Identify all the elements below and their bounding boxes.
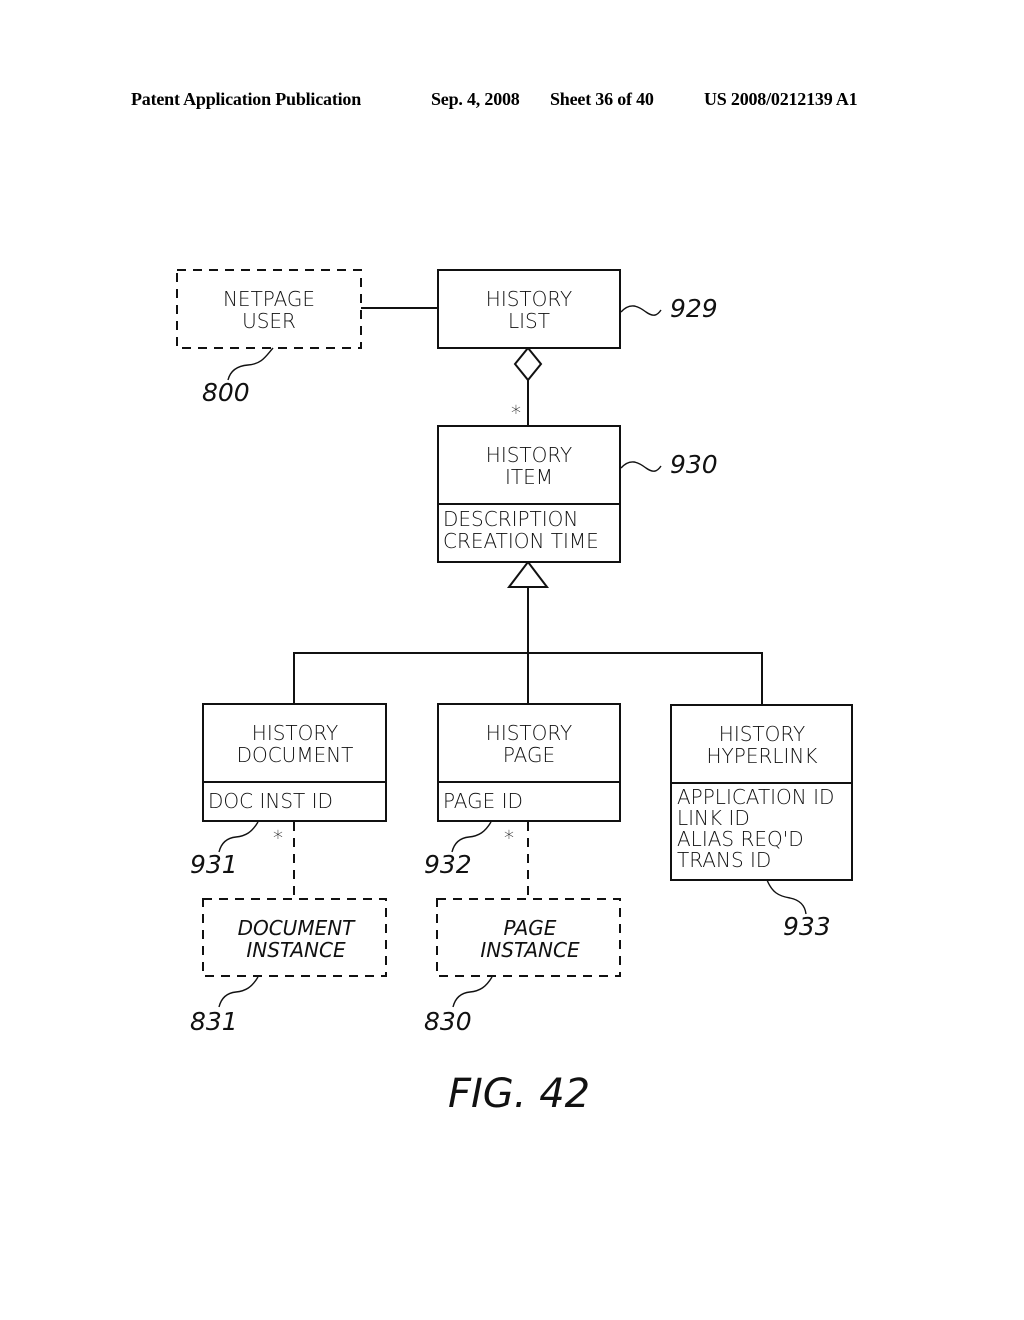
class-name-line: DOCUMENT bbox=[238, 916, 357, 940]
class-history-page: HISTORY PAGE PAGE ID 932 bbox=[424, 703, 621, 879]
multiplicity-document-instance: * bbox=[273, 826, 283, 850]
multiplicity-list-item: * bbox=[511, 401, 521, 425]
ref-leader bbox=[452, 976, 493, 1008]
ref-numeral: 830 bbox=[424, 1007, 472, 1036]
class-netpage-user: NETPAGE USER 800 bbox=[176, 269, 362, 407]
ref-numeral: 930 bbox=[670, 450, 718, 479]
figure-label: FIG. 42 bbox=[448, 1071, 590, 1117]
class-name-line: DOCUMENT bbox=[237, 743, 354, 767]
class-history-list: HISTORY LIST 929 bbox=[437, 269, 718, 349]
ref-numeral: 831 bbox=[190, 1007, 238, 1036]
ref-numeral: 933 bbox=[783, 912, 831, 941]
ref-numeral: 929 bbox=[670, 294, 718, 323]
ref-numeral: 800 bbox=[202, 378, 250, 407]
class-name-line: NETPAGE bbox=[223, 287, 315, 311]
class-name-line: HISTORY bbox=[486, 721, 572, 745]
class-history-item: HISTORY ITEM DESCRIPTION CREATION TIME 9… bbox=[437, 425, 718, 563]
class-document-instance: DOCUMENT INSTANCE 831 bbox=[190, 898, 387, 1036]
ref-numeral: 932 bbox=[424, 850, 472, 879]
attribute: PAGE ID bbox=[443, 789, 523, 813]
class-name-line: HISTORY bbox=[252, 721, 338, 745]
uml-class-diagram: * * * NETPAGE USER 800 HISTORY LIST 929 … bbox=[176, 269, 853, 1117]
class-history-hyperlink: HISTORY HYPERLINK APPLICATION ID LINK ID… bbox=[670, 704, 853, 941]
attribute: DESCRIPTION bbox=[443, 507, 578, 531]
class-name-line: HISTORY bbox=[486, 287, 572, 311]
ref-leader bbox=[766, 879, 807, 915]
class-name-line: ITEM bbox=[505, 465, 553, 489]
attribute: TRANS ID bbox=[677, 848, 771, 872]
ref-leader bbox=[620, 305, 662, 316]
class-name-line: HYPERLINK bbox=[707, 744, 818, 768]
class-name-line: USER bbox=[242, 309, 296, 333]
class-name-line: LIST bbox=[508, 309, 550, 333]
ref-leader bbox=[620, 461, 662, 472]
aggregation-diamond bbox=[513, 346, 543, 382]
attribute: DOC INST ID bbox=[208, 789, 333, 813]
class-name-line: PAGE bbox=[503, 743, 555, 767]
class-name-line: HISTORY bbox=[719, 722, 805, 746]
ref-leader bbox=[227, 347, 274, 381]
ref-leader bbox=[451, 821, 492, 853]
class-name-line: INSTANCE bbox=[246, 938, 346, 962]
generalization-triangle bbox=[506, 560, 550, 588]
attribute: CREATION TIME bbox=[443, 529, 599, 553]
ref-numeral: 931 bbox=[190, 850, 238, 879]
class-history-document: HISTORY DOCUMENT DOC INST ID 931 bbox=[190, 703, 387, 879]
ref-leader bbox=[218, 976, 259, 1008]
multiplicity-page-instance: * bbox=[504, 826, 514, 850]
ref-leader bbox=[218, 821, 259, 853]
class-name-line: HISTORY bbox=[486, 443, 572, 467]
class-name-line: PAGE bbox=[504, 916, 557, 940]
class-name-line: INSTANCE bbox=[480, 938, 580, 962]
class-page-instance: PAGE INSTANCE 830 bbox=[424, 898, 621, 1036]
